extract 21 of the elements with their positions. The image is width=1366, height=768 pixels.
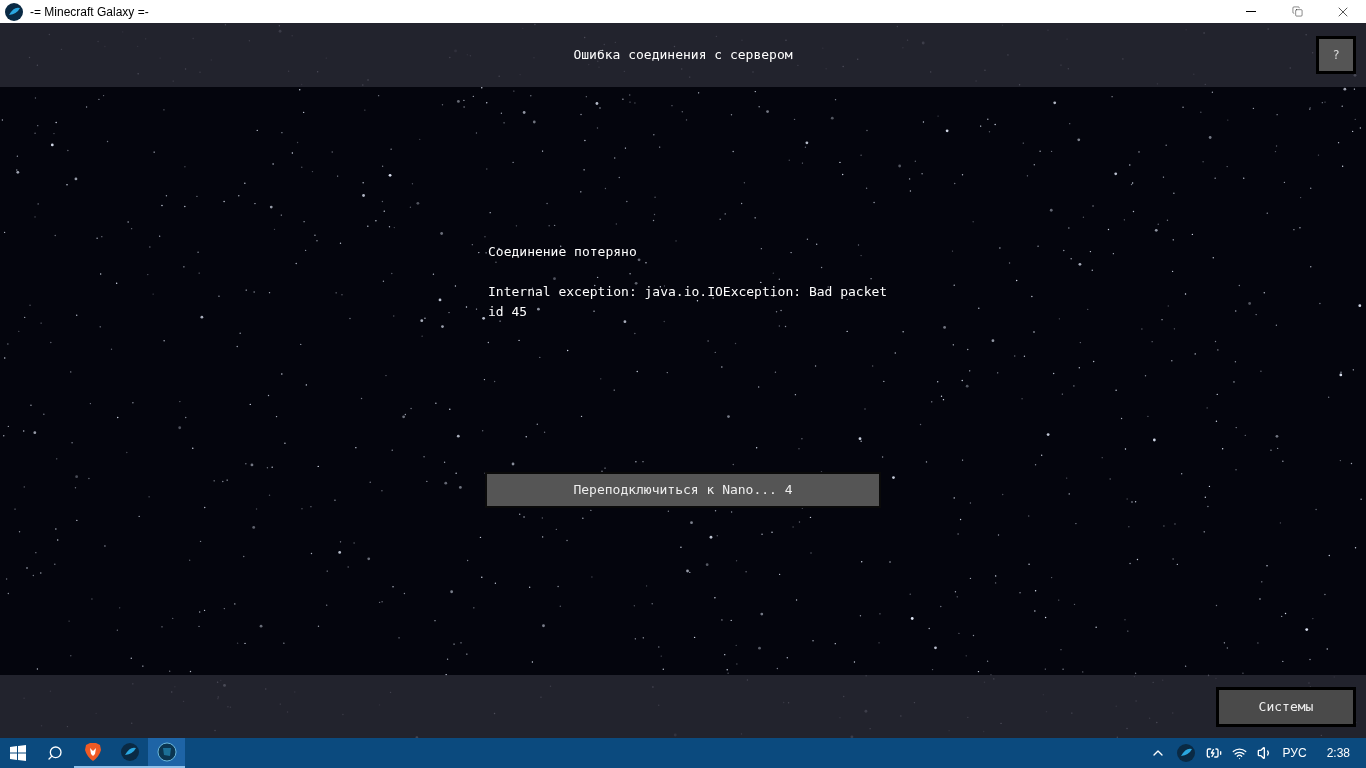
help-button[interactable]: ? [1316,36,1356,74]
taskbar-app[interactable] [148,738,185,768]
globe-icon [156,742,177,762]
lion-shield-icon [83,742,102,762]
app-icon [4,1,24,22]
clock[interactable]: 2:38 [1326,744,1350,762]
message-title: Соединение потеряно [488,243,638,261]
screen-title: Ошибка соединения с сервером [573,46,793,65]
search-icon [47,745,63,761]
window-title: -= Minecraft Galaxy =- [30,3,149,21]
globe-icon [119,742,140,762]
wifi-icon[interactable] [1231,745,1247,761]
globe-icon [1175,743,1196,763]
restore-icon [1291,6,1303,17]
systems-button[interactable]: Системы [1216,686,1356,727]
battery-icon[interactable] [1205,745,1222,761]
error-message: Internal exception: java.io.IOException: Bad packet id 45 [488,283,888,321]
language-indicator[interactable]: РУС [1282,744,1307,762]
windows-logo-icon [10,745,26,761]
minimize-icon [1246,11,1256,12]
reconnect-button[interactable]: Переподключиться к Nano... 4 [485,472,881,508]
